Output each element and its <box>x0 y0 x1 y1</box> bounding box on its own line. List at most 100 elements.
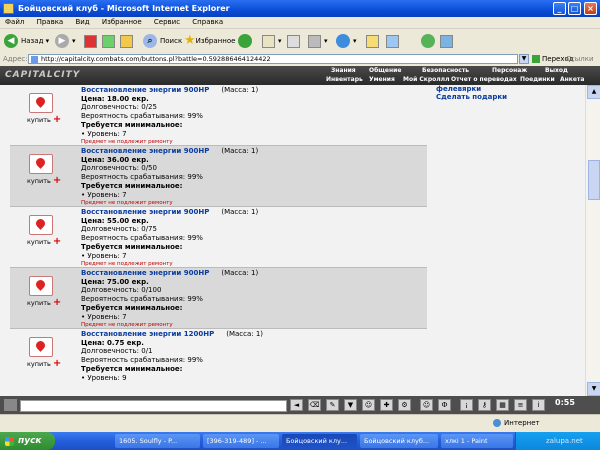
buy-button[interactable]: купить + <box>27 114 61 125</box>
task-combats[interactable]: Бойцовский клуб... <box>360 434 438 448</box>
task-paint[interactable]: хлкі 1 - Paint <box>441 434 513 448</box>
fighter-icon[interactable]: ☺ <box>362 399 375 411</box>
item-chance: Вероятность срабатывания: 99% <box>81 234 203 243</box>
buy-button[interactable]: купить + <box>27 175 61 186</box>
nav-my-scroll[interactable]: Мой Скроллл <box>403 76 449 84</box>
nav-skills[interactable]: Умения <box>369 76 395 84</box>
refresh-button[interactable] <box>102 32 118 50</box>
address-input[interactable]: http://capitalcity.combats.com/buttons.p… <box>28 54 518 64</box>
edit-button[interactable]: ▾ <box>308 32 328 50</box>
stop-button[interactable] <box>84 32 100 50</box>
favorites-button[interactable]: ★Избранное <box>184 32 235 50</box>
chat-menu-icon[interactable] <box>4 399 17 411</box>
menu-view[interactable]: Вид <box>70 17 94 28</box>
translit-icon[interactable]: Ф <box>438 399 451 411</box>
star-icon: ★ <box>184 33 196 48</box>
filter-icon[interactable]: ▼ <box>344 399 357 411</box>
home-button[interactable] <box>120 32 136 50</box>
item-durability: Долговечность: 0/75 <box>81 225 157 234</box>
key-icon[interactable]: ⚷ <box>478 399 491 411</box>
attack-icon[interactable]: ✚ <box>380 399 393 411</box>
messenger-button[interactable]: ▾ <box>336 32 357 50</box>
clear-icon[interactable]: ⌫ <box>308 399 321 411</box>
item-requirements: Требуется минимальное: <box>81 242 183 251</box>
send-icon[interactable]: ◄ <box>290 399 303 411</box>
menu-favorites[interactable]: Избранное <box>97 17 147 28</box>
item-name[interactable]: Восстановление энергии 1200HP <box>81 330 214 338</box>
ie-page-icon <box>3 3 14 14</box>
info-icon[interactable]: i <box>532 399 545 411</box>
smile-icon[interactable]: ☺ <box>420 399 433 411</box>
forward-button[interactable]: ▶ ▾ <box>55 32 76 50</box>
item-name[interactable]: Восстановление энергии 900HP <box>81 147 209 155</box>
item-level: • Уровень: 9 <box>81 373 127 382</box>
item-price: Цена: 0.75 екр. <box>81 338 144 347</box>
nav-transfer-report[interactable]: Отчет о переводах <box>451 76 517 84</box>
scroll-thumb[interactable] <box>588 160 600 200</box>
start-button[interactable]: пуск <box>0 432 55 450</box>
chat-bar: ◄ ⌫ ✎ ▼ ☺ ✚ ⚙ ☺ Ф ¡ ⚷ ▦ ≡ i 0:55 <box>0 396 600 414</box>
extra-button[interactable] <box>440 32 456 50</box>
settings-icon[interactable]: ⚙ <box>398 399 411 411</box>
item-name[interactable]: Восстановление энергии 900HP <box>81 86 209 94</box>
item-durability: Долговечность: 0/25 <box>81 103 157 112</box>
media-button[interactable] <box>238 32 255 50</box>
folder-icon <box>366 34 379 48</box>
plus-icon: + <box>52 297 62 308</box>
scroll-icon[interactable]: ≡ <box>514 399 527 411</box>
nav-knowledge[interactable]: Знания <box>331 67 356 75</box>
search-button[interactable]: ⌕ Поиск <box>143 32 182 50</box>
menu-tools[interactable]: Сервис <box>149 17 185 28</box>
maximize-button[interactable]: □ <box>568 2 581 15</box>
task-combats-active[interactable]: Бойцовский клу... <box>282 434 357 448</box>
folder-button[interactable] <box>366 32 382 50</box>
scroll-down-icon[interactable]: ▼ <box>587 382 600 396</box>
item-durability: Долговечность: 0/50 <box>81 164 157 173</box>
vertical-scrollbar[interactable]: ▲ ▼ <box>585 85 600 396</box>
buy-button[interactable]: купить + <box>27 236 61 247</box>
energy-potion-icon <box>29 337 53 357</box>
address-dropdown-icon[interactable]: ▼ <box>519 54 529 64</box>
buy-button[interactable]: купить + <box>27 358 61 369</box>
mail-button[interactable]: ▾ <box>262 32 282 50</box>
research-icon <box>386 34 399 48</box>
chat-input[interactable] <box>20 400 287 412</box>
nav-exit[interactable]: Выход <box>545 67 568 75</box>
menu-edit[interactable]: Правка <box>32 17 69 28</box>
nav-profile[interactable]: Анкета <box>560 76 584 84</box>
item-info: Восстановление энергии 900HP (Масса: 1) Ц… <box>81 208 258 269</box>
item-name[interactable]: Восстановление энергии 900HP <box>81 208 209 216</box>
bottle-icon[interactable]: ¡ <box>460 399 473 411</box>
side-link-1[interactable]: фелевярки <box>436 85 481 93</box>
nav-character[interactable]: Персонаж <box>492 67 527 75</box>
address-url: http://capitalcity.combats.com/buttons.p… <box>41 55 271 63</box>
make-gifts-link[interactable]: Сделать подарки <box>436 93 507 101</box>
messenger-icon <box>336 34 350 48</box>
buy-button[interactable]: купить + <box>27 297 61 308</box>
menu-help[interactable]: Справка <box>187 17 228 28</box>
plus-icon: + <box>52 236 62 247</box>
task-winamp[interactable]: 1605. Soulfly - P... <box>115 434 200 448</box>
nav-security[interactable]: Безопасность <box>422 67 469 75</box>
nav-inventory[interactable]: Инвентарь <box>326 76 363 84</box>
research-button[interactable] <box>386 32 402 50</box>
minimize-button[interactable]: _ <box>553 2 566 15</box>
item-price: Цена: 36.00 екр. <box>81 155 149 164</box>
scroll-up-icon[interactable]: ▲ <box>587 85 600 99</box>
nav-fights[interactable]: Поединки <box>520 76 555 84</box>
map-icon[interactable]: ▦ <box>496 399 509 411</box>
pen-icon[interactable]: ✎ <box>326 399 339 411</box>
nav-social[interactable]: Общение <box>369 67 401 75</box>
shop-content: купить + Восстановление энергии 900HP (Мас… <box>0 85 585 396</box>
shop-item: купить + Восстановление энергии 900HP (Мас… <box>10 268 427 329</box>
task-icq[interactable]: [396-319-489] - ... <box>203 434 279 448</box>
item-chance: Вероятность срабатывания: 99% <box>81 356 203 365</box>
icq-button[interactable] <box>421 32 438 50</box>
menu-file[interactable]: Файл <box>0 17 29 28</box>
links-button[interactable]: Ссылки <box>566 53 594 66</box>
forward-arrow-icon: ▶ <box>55 34 69 48</box>
item-name[interactable]: Восстановление энергии 900HP <box>81 269 209 277</box>
print-button[interactable] <box>287 32 303 50</box>
close-button[interactable]: × <box>584 2 597 15</box>
back-button[interactable]: ◀ Назад ▾ <box>4 32 49 50</box>
